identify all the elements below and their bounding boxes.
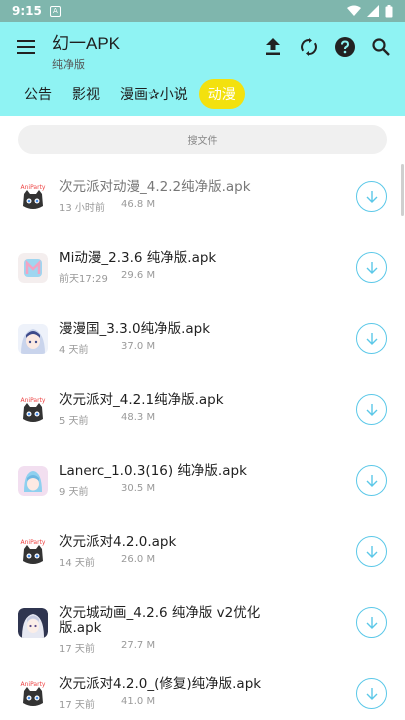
file-list-panel[interactable]: 搜文件 AniParty 次元派对动漫_4.2.2纯净版.apk 13 小时前 … (0, 116, 405, 720)
lanerc-icon (18, 466, 48, 496)
download-icon (366, 474, 377, 487)
file-time: 17 天前 (59, 700, 95, 711)
svg-text:AniParty: AniParty (21, 539, 46, 546)
file-name: 漫漫国_3.3.0纯净版.apk (59, 321, 211, 337)
tab-video[interactable]: 影视 (63, 79, 109, 109)
file-meta: 9 天前 30.5 M (59, 483, 155, 498)
upload-button[interactable] (255, 29, 291, 65)
search-button[interactable] (363, 29, 399, 65)
file-time: 14 天前 (59, 558, 95, 569)
file-meta: 前天17:29 29.6 M (59, 270, 155, 285)
svg-text:AniParty: AniParty (21, 681, 46, 688)
download-icon (366, 616, 377, 629)
file-time: 前天17:29 (59, 274, 108, 285)
file-size: 26.0 M (121, 554, 156, 565)
file-time: 5 天前 (59, 416, 89, 427)
file-meta: 13 小时前 46.8 M (59, 199, 155, 214)
file-meta: 14 天前 26.0 M (59, 554, 155, 569)
help-icon (335, 37, 355, 57)
wifi-icon (347, 5, 361, 16)
battery-icon (385, 4, 393, 17)
tab-anime[interactable]: 动漫 (198, 79, 245, 109)
list-item[interactable]: Mi动漫_2.3.6 纯净版.apk 前天17:29 29.6 M (0, 241, 405, 311)
file-size: 48.3 M (121, 412, 156, 423)
title-block: 幻一APK 纯净版 (52, 22, 120, 72)
download-icon (366, 332, 377, 345)
file-size: 41.0 M (121, 696, 156, 707)
list-item[interactable]: Lanerc_1.0.3(16) 纯净版.apk 9 天前 30.5 M (0, 454, 405, 524)
file-size: 30.5 M (121, 483, 156, 494)
hamburger-menu-icon (17, 40, 35, 54)
anime-city-icon (18, 608, 48, 638)
file-time: 13 小时前 (59, 203, 105, 214)
file-name: Mi动漫_2.3.6 纯净版.apk (59, 250, 217, 266)
status-icons (347, 4, 393, 18)
file-size: 46.8 M (121, 199, 156, 210)
tab-comics-novels[interactable]: 漫画✰小说 (111, 79, 197, 109)
app-actions (255, 22, 405, 72)
download-icon (366, 261, 377, 274)
list-item[interactable]: AniParty 次元派对4.2.0_(修复)纯净版.apk 17 天前 41.… (0, 667, 405, 720)
file-name: 次元派对4.2.0.apk (59, 534, 177, 550)
download-icon (366, 190, 377, 203)
file-meta: 5 天前 48.3 M (59, 412, 155, 427)
search-input[interactable]: 搜文件 (18, 125, 387, 154)
refresh-button[interactable] (291, 29, 327, 65)
download-button[interactable] (356, 536, 387, 567)
file-name: 次元派对动漫_4.2.2纯净版.apk (59, 179, 251, 195)
file-name: 次元派对_4.2.1纯净版.apk (59, 392, 224, 408)
mi-anime-icon (18, 253, 48, 283)
file-size: 37.0 M (121, 341, 156, 352)
list-item[interactable]: 次元城动画_4.2.6 纯净版 v2优化版.apk 17 天前 27.7 M (0, 596, 405, 666)
list-item[interactable]: 漫漫国_3.3.0纯净版.apk 4 天前 37.0 M (0, 312, 405, 382)
anime-party-cat-icon: AniParty (18, 182, 48, 212)
anime-girl-icon (18, 324, 48, 354)
refresh-icon (301, 38, 317, 56)
list-item[interactable]: AniParty 次元派对动漫_4.2.2纯净版.apk 13 小时前 46.8… (0, 170, 405, 240)
status-bar: 9:15 A (0, 0, 405, 22)
list-item[interactable]: AniParty 次元派对4.2.0.apk 14 天前 26.0 M (0, 525, 405, 595)
file-time: 9 天前 (59, 487, 89, 498)
download-icon (366, 403, 377, 416)
upload-icon (266, 38, 280, 55)
file-name: 次元城动画_4.2.6 纯净版 v2优化版.apk (59, 605, 261, 636)
list-item[interactable]: AniParty 次元派对_4.2.1纯净版.apk 5 天前 48.3 M (0, 383, 405, 453)
search-icon (372, 38, 390, 56)
download-button[interactable] (356, 323, 387, 354)
notification-icon: A (49, 5, 61, 17)
file-meta: 4 天前 37.0 M (59, 341, 155, 356)
download-button[interactable] (356, 678, 387, 709)
status-time: 9:15 (12, 4, 42, 18)
download-button[interactable] (356, 394, 387, 425)
app-subtitle: 纯净版 (52, 58, 85, 71)
tab-announcement[interactable]: 公告 (15, 79, 61, 109)
file-name: Lanerc_1.0.3(16) 纯净版.apk (59, 463, 247, 479)
download-button[interactable] (356, 607, 387, 638)
svg-text:AniParty: AniParty (21, 184, 46, 191)
menu-button[interactable] (0, 22, 52, 72)
file-size: 29.6 M (121, 270, 156, 281)
file-time: 17 天前 (59, 644, 95, 655)
app-title: 幻一APK (52, 34, 121, 53)
search-placeholder: 搜文件 (187, 136, 218, 147)
file-meta: 17 天前 41.0 M (59, 696, 155, 711)
tab-bar: 公告 影视 漫画✰小说 动漫 (0, 72, 405, 116)
download-icon (366, 545, 377, 558)
anime-party-cat-icon: AniParty (18, 537, 48, 567)
anime-party-cat-icon: AniParty (18, 395, 48, 425)
svg-text:AniParty: AniParty (21, 397, 46, 404)
help-button[interactable] (327, 29, 363, 65)
file-name: 次元派对4.2.0_(修复)纯净版.apk (59, 676, 262, 692)
file-time: 4 天前 (59, 345, 89, 356)
download-icon (366, 687, 377, 700)
signal-icon (367, 5, 379, 17)
download-button[interactable] (356, 465, 387, 496)
download-button[interactable] (356, 181, 387, 212)
anime-party-cat-icon: AniParty (18, 679, 48, 709)
app-bar: 幻一APK 纯净版 (0, 22, 405, 72)
download-button[interactable] (356, 252, 387, 283)
file-size: 27.7 M (121, 640, 156, 651)
file-meta: 17 天前 27.7 M (59, 640, 155, 655)
